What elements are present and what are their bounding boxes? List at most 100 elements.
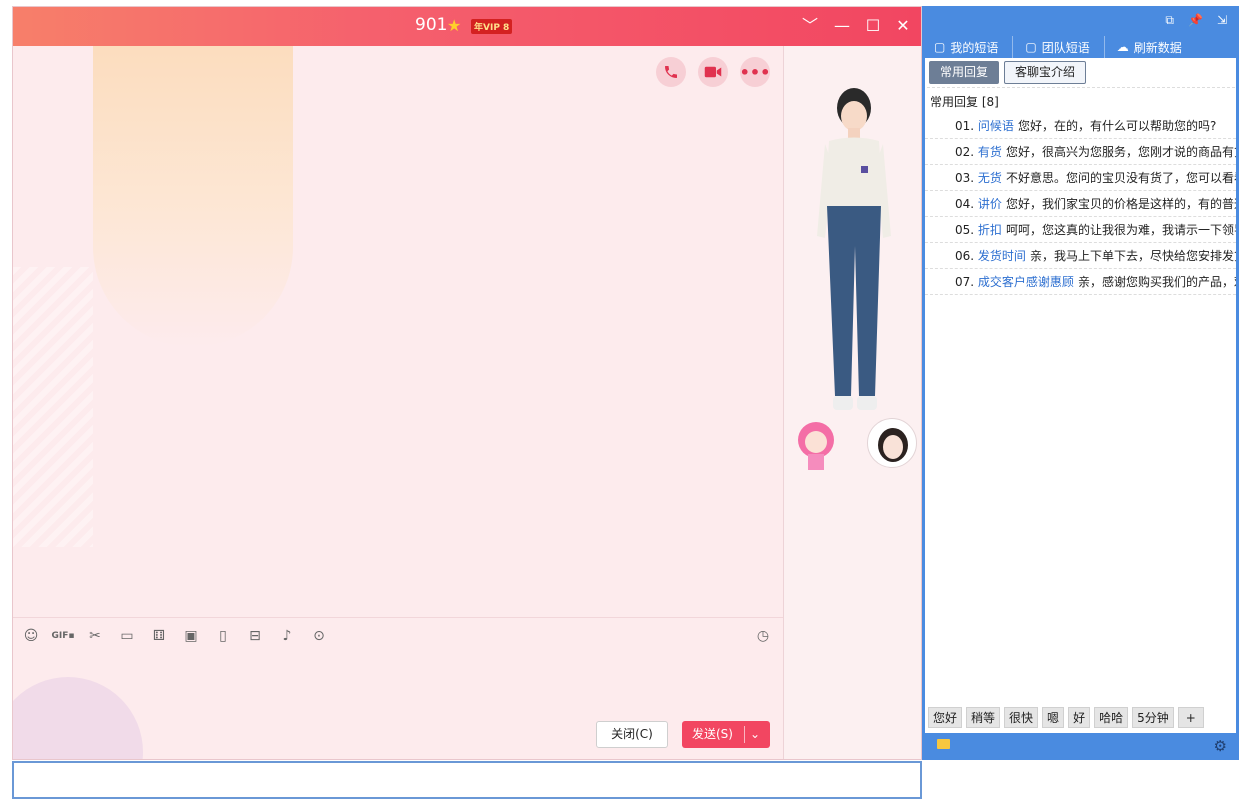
music-icon[interactable]: ♪	[275, 625, 299, 647]
clock-icon[interactable]: ◷	[751, 625, 775, 647]
send-label: 发送(S)	[692, 727, 733, 741]
bottom-input-box[interactable]	[12, 761, 922, 799]
folder-icon[interactable]	[937, 739, 950, 749]
more-options-button[interactable]: •••	[740, 57, 770, 87]
minimize-icon[interactable]: —	[831, 15, 853, 37]
item-tag: 问候语	[977, 119, 1014, 133]
chip-haha[interactable]: 哈哈	[1094, 707, 1129, 728]
common-replies-button[interactable]: 常用回复	[929, 61, 1000, 84]
item-number: 05.	[955, 223, 975, 237]
tab-label: 团队短语	[1041, 40, 1090, 55]
item-text: 亲，我马上下单下去，尽快给您安排发货	[1029, 249, 1236, 263]
quick-reply-header: ⧉ 📌 ⇲ ▢ 我的短语 ▢ 团队短语 ☁ 刷新数据	[922, 6, 1239, 58]
item-text: 您好，我们家宝贝的价格是这样的，有的普通	[1005, 197, 1236, 211]
close-button[interactable]: 关闭(C)	[596, 721, 668, 748]
quick-chips: 您好 稍等 很快 嗯 好 哈哈 5分钟 +	[928, 707, 1204, 728]
tab-label: 我的短语	[950, 40, 999, 55]
phone-call-button[interactable]	[656, 57, 686, 87]
cloud-icon: ☁	[1116, 40, 1129, 54]
chevron-down-icon[interactable]: ⌄	[750, 721, 760, 748]
background-decoration	[93, 7, 293, 347]
reply-list: 01. 问候语 您好，在的，有什么可以帮助您的吗? 02. 有货 您好，很高兴为您服…	[925, 113, 1236, 295]
contact-avatar[interactable]	[867, 418, 917, 468]
list-item[interactable]: 02. 有货 您好，很高兴为您服务，您刚才说的商品有货	[925, 139, 1236, 165]
chip-wait[interactable]: 稍等	[966, 707, 1001, 728]
smile-icon[interactable]: ☺	[19, 625, 43, 647]
folder-icon[interactable]: ▭	[115, 625, 139, 647]
list-item[interactable]: 07. 成交客户感谢惠顾亲，感谢您购买我们的产品，欢迎	[925, 269, 1236, 295]
item-number: 06.	[955, 249, 975, 263]
vibrate-icon[interactable]: ▯	[211, 625, 235, 647]
chat-toolbar: ☺ GIF▪ ✂ ▭ ⚅ ▣ ▯ ⊟ ♪ ⊙	[19, 621, 331, 651]
send-button[interactable]: 发送(S) ⌄	[682, 721, 770, 748]
add-chip-button[interactable]: +	[1177, 707, 1204, 728]
quick-reply-footer: ⚙	[922, 733, 1239, 760]
item-tag: 讲价	[977, 197, 1002, 211]
item-text: 您好，在的，有什么可以帮助您的吗?	[1017, 119, 1217, 133]
chat-window: 901 ★ 年VIP 8 ﹀ — ☐ ✕ ••• ☺ GIF▪ ✂ ▭ ⚅ ▣ …	[12, 6, 922, 760]
item-tag: 发货时间	[977, 249, 1026, 263]
chip-ok[interactable]: 好	[1068, 707, 1091, 728]
background-bubble	[13, 677, 143, 759]
reply-category[interactable]: 常用回复 [8]	[930, 93, 999, 110]
list-item[interactable]: 03. 无货 不好意思。您问的宝贝没有货了，您可以看看	[925, 165, 1236, 191]
chip-soon[interactable]: 很快	[1004, 707, 1039, 728]
item-number: 02.	[955, 145, 975, 159]
item-tag: 成交客户感谢惠顾	[977, 275, 1074, 289]
girl-avatar-icon	[878, 428, 908, 462]
red-packet-icon[interactable]: ⊟	[243, 625, 267, 647]
copy-icon[interactable]: ⧉	[1165, 13, 1174, 28]
list-item[interactable]: 06. 发货时间 亲，我马上下单下去，尽快给您安排发货	[925, 243, 1236, 269]
item-number: 07.	[955, 275, 975, 289]
pin-icon[interactable]: 📌	[1188, 13, 1203, 28]
close-icon[interactable]: ✕	[892, 15, 914, 37]
item-text: 呵呵，您这真的让我很为难，我请示一下领导	[1005, 223, 1236, 237]
panel-controls: ⧉ 📌 ⇲	[1165, 13, 1227, 28]
video-call-button[interactable]	[698, 57, 728, 87]
star-icon: ★	[447, 16, 462, 35]
vip-badge: 年VIP 8	[471, 19, 513, 34]
item-text: 亲，感谢您购买我们的产品，欢迎	[1077, 275, 1236, 289]
chevron-down-icon[interactable]: ﹀	[799, 15, 821, 37]
team-chat-icon: ▢	[1025, 40, 1037, 54]
title-bar: 901 ★ 年VIP 8 ﹀ — ☐ ✕	[13, 7, 921, 46]
maximize-icon[interactable]: ☐	[862, 15, 884, 37]
more-dots-icon: •••	[739, 62, 771, 82]
chibi-pet-icon[interactable]	[786, 416, 846, 476]
send-divider	[744, 726, 745, 743]
item-number: 01.	[955, 119, 975, 133]
gif-icon[interactable]: GIF▪	[51, 625, 75, 647]
separator	[927, 87, 1235, 88]
avatar-panel	[783, 46, 921, 759]
video-icon	[704, 66, 722, 78]
item-tag: 折扣	[977, 223, 1002, 237]
more-icon[interactable]: ⊙	[307, 625, 331, 647]
input-divider	[13, 617, 783, 618]
tab-team-phrases[interactable]: ▢ 团队短语	[1013, 36, 1105, 58]
background-stripes	[13, 267, 93, 547]
popout-icon[interactable]: ⇲	[1217, 13, 1227, 28]
phone-icon	[665, 66, 677, 78]
chip-5min[interactable]: 5分钟	[1132, 707, 1174, 728]
item-tag: 有货	[977, 145, 1002, 159]
gear-icon[interactable]: ⚙	[1214, 737, 1227, 755]
shake-icon[interactable]: ⚅	[147, 625, 171, 647]
reply-filter: 常用回复 客聊宝介绍	[929, 61, 1087, 84]
tab-my-phrases[interactable]: ▢ 我的短语	[922, 36, 1014, 58]
chip-hello[interactable]: 您好	[928, 707, 963, 728]
list-item[interactable]: 04. 讲价 您好，我们家宝贝的价格是这样的，有的普通	[925, 191, 1236, 217]
item-number: 04.	[955, 197, 975, 211]
kelibao-intro-button[interactable]: 客聊宝介绍	[1004, 61, 1087, 84]
image-icon[interactable]: ▣	[179, 625, 203, 647]
scissors-icon[interactable]: ✂	[83, 625, 107, 647]
tab-refresh[interactable]: ☁ 刷新数据	[1105, 36, 1196, 58]
avatar-figure	[817, 88, 891, 410]
quick-reply-tabs: ▢ 我的短语 ▢ 团队短语 ☁ 刷新数据	[922, 36, 1196, 58]
list-item[interactable]: 05. 折扣 呵呵，您这真的让我很为难，我请示一下领导	[925, 217, 1236, 243]
item-number: 03.	[955, 171, 975, 185]
tab-label: 刷新数据	[1133, 40, 1182, 55]
item-text: 不好意思。您问的宝贝没有货了，您可以看看	[1005, 171, 1236, 185]
chip-en[interactable]: 嗯	[1042, 707, 1065, 728]
item-tag: 无货	[977, 171, 1002, 185]
list-item[interactable]: 01. 问候语 您好，在的，有什么可以帮助您的吗?	[925, 113, 1236, 139]
